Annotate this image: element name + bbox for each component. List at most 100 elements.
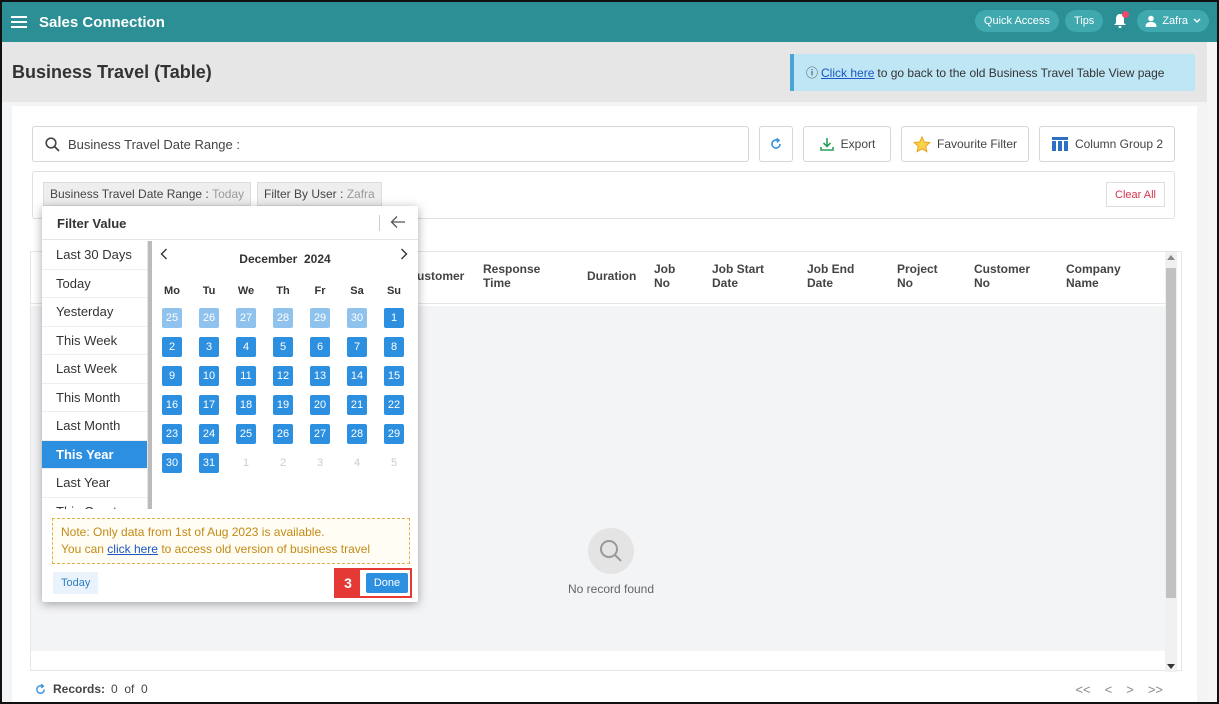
calendar-day[interactable]: 3 [199,337,219,357]
calendar-day[interactable]: 30 [162,453,182,473]
app-window: Sales Connection Quick Access Tips Zafra… [0,0,1219,704]
range-option[interactable]: Last Year [42,469,147,498]
info-banner: ⓘ Click here to go back to the old Busin… [790,54,1195,91]
search-input[interactable]: Business Travel Date Range : [32,126,749,162]
notification-bell-icon[interactable] [1109,10,1131,32]
calendar-day[interactable]: 21 [347,395,367,415]
first-page-button[interactable]: << [1075,682,1090,697]
range-option[interactable]: This Month [42,384,147,412]
calendar-day[interactable]: 20 [310,395,330,415]
calendar-day[interactable]: 31 [199,453,219,473]
calendar-day[interactable]: 28 [347,424,367,444]
range-option[interactable]: Yesterday [42,298,147,327]
calendar-day[interactable]: 7 [347,337,367,357]
column-header[interactable]: Job No [654,262,680,290]
scroll-thumb[interactable] [1166,268,1176,598]
calendar-day[interactable]: 25 [162,308,182,328]
calendar-day[interactable]: 12 [273,366,293,386]
column-group-button[interactable]: Column Group 2 [1039,126,1175,162]
next-month-button[interactable] [400,247,408,265]
old-view-link[interactable]: Click here [821,66,874,80]
calendar-day[interactable]: 14 [347,366,367,386]
filter-chip-user[interactable]: Filter By User : Zafra [257,182,382,206]
column-header[interactable]: Duration [587,269,636,283]
calendar-day[interactable]: 28 [273,308,293,328]
calendar-day[interactable]: 1 [236,453,256,473]
banner-text: to go back to the old Business Travel Ta… [877,65,1165,80]
calendar-day[interactable]: 4 [236,337,256,357]
filter-chip-date-range[interactable]: Business Travel Date Range : Today [43,182,252,206]
calendar-month-year: December 2024 [152,252,418,266]
calendar-day[interactable]: 16 [162,395,182,415]
user-menu-button[interactable]: Zafra [1137,10,1209,32]
calendar-year[interactable]: 2024 [304,252,331,266]
calendar-day[interactable]: 2 [273,453,293,473]
quick-access-button[interactable]: Quick Access [974,10,1059,32]
back-arrow-icon[interactable] [390,213,406,234]
columns-icon [1051,137,1068,151]
range-option[interactable]: This Quart [42,498,147,510]
calendar-day[interactable]: 18 [236,395,256,415]
column-header[interactable]: Job Start Date [712,262,772,290]
column-header[interactable]: ustomer [417,269,464,283]
calendar-day[interactable]: 26 [273,424,293,444]
calendar-day[interactable]: 4 [347,453,367,473]
clear-all-button[interactable]: Clear All [1106,182,1165,207]
range-option[interactable]: This Week [42,327,147,355]
note-text: to access old version of business travel [161,542,371,556]
range-option[interactable]: Today [42,270,147,298]
calendar-day[interactable]: 13 [310,366,330,386]
export-button[interactable]: Export [803,126,891,162]
calendar-day[interactable]: 29 [310,308,330,328]
scroll-up-icon[interactable] [1167,255,1175,260]
calendar-day[interactable]: 9 [162,366,182,386]
refresh-icon[interactable] [34,683,47,696]
prev-page-button[interactable]: < [1105,682,1113,697]
last-page-button[interactable]: >> [1148,682,1163,697]
column-header[interactable]: Company Name [1066,262,1136,290]
calendar-day[interactable]: 10 [199,366,219,386]
today-button[interactable]: Today [53,572,99,594]
old-version-link[interactable]: click here [107,542,158,556]
calendar-day[interactable]: 11 [236,366,256,386]
calendar-day[interactable]: 5 [384,453,404,473]
calendar-day[interactable]: 17 [199,395,219,415]
tips-button[interactable]: Tips [1064,10,1104,32]
column-header[interactable]: Response Time [483,262,553,290]
hamburger-menu-icon[interactable] [11,13,27,31]
range-option[interactable]: Last Week [42,355,147,384]
calendar-day[interactable]: 1 [384,308,404,328]
calendar-month[interactable]: December [239,252,297,266]
page-scrollbar[interactable] [1207,42,1217,702]
column-header[interactable]: Project No [897,262,947,290]
calendar-day[interactable]: 23 [162,424,182,444]
range-option[interactable]: Last Month [42,412,147,441]
calendar-day[interactable]: 30 [347,308,367,328]
calendar-day[interactable]: 26 [199,308,219,328]
column-header[interactable]: Customer No [974,262,1034,290]
weekday-label: Tu [202,285,216,297]
scroll-down-icon[interactable] [1167,664,1175,669]
calendar-day[interactable]: 2 [162,337,182,357]
calendar-day[interactable]: 6 [310,337,330,357]
refresh-button[interactable] [759,126,793,162]
calendar-day[interactable]: 22 [384,395,404,415]
step-badge: 3 [336,570,360,596]
calendar-day[interactable]: 27 [310,424,330,444]
calendar-day[interactable]: 19 [273,395,293,415]
done-button[interactable]: Done [366,573,408,593]
next-page-button[interactable]: > [1126,682,1134,697]
favourite-filter-button[interactable]: Favourite Filter [901,126,1029,162]
calendar-day[interactable]: 3 [310,453,330,473]
calendar-day[interactable]: 8 [384,337,404,357]
column-header[interactable]: Job End Date [807,262,867,290]
calendar-day[interactable]: 27 [236,308,256,328]
calendar-day[interactable]: 15 [384,366,404,386]
calendar-day[interactable]: 29 [384,424,404,444]
calendar-day[interactable]: 24 [199,424,219,444]
calendar-day[interactable]: 5 [273,337,293,357]
table-scrollbar[interactable] [1165,252,1177,672]
range-option[interactable]: Last 30 Days [42,241,147,270]
calendar-day[interactable]: 25 [236,424,256,444]
range-option[interactable]: This Year [42,440,147,469]
